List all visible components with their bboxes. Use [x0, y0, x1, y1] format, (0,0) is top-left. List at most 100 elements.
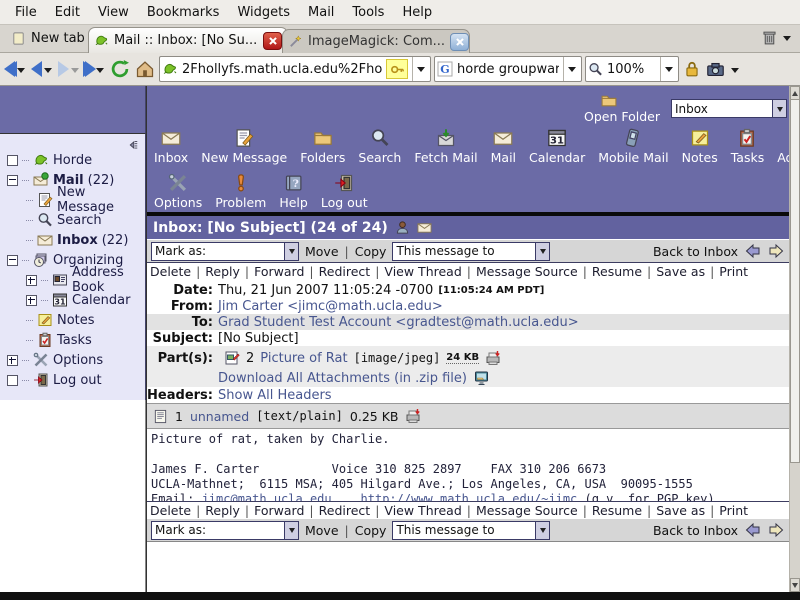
menu-widgets[interactable]: Widgets: [228, 1, 299, 24]
reply-link[interactable]: Reply: [205, 503, 240, 518]
tree-expand[interactable]: [7, 355, 18, 366]
copy-link[interactable]: Copy: [355, 523, 387, 538]
toolbar-problem[interactable]: Problem: [215, 173, 266, 210]
closed-tabs-button[interactable]: [761, 29, 792, 46]
tree-collapse[interactable]: [7, 175, 18, 186]
tree-expand[interactable]: [26, 295, 37, 306]
download-all-link[interactable]: Download All Attachments (in .zip file): [218, 371, 467, 386]
forward-link[interactable]: Forward: [254, 503, 304, 518]
mark-as-select[interactable]: Mark as:: [151, 521, 299, 540]
tree-expander[interactable]: [7, 155, 18, 166]
reply-link[interactable]: Reply: [205, 264, 240, 279]
sidebar-item-notes[interactable]: Notes: [0, 310, 145, 330]
sidebar-item-calendar[interactable]: Calendar: [0, 290, 145, 310]
toolbar-calendar[interactable]: Calendar: [529, 128, 585, 165]
resume-link[interactable]: Resume: [592, 264, 642, 279]
menu-edit[interactable]: Edit: [46, 1, 89, 24]
message-to-select[interactable]: This message to: [392, 242, 550, 261]
mark-as-select[interactable]: Mark as:: [151, 242, 299, 261]
menu-help[interactable]: Help: [393, 1, 441, 24]
sidebar-item-tasks[interactable]: Tasks: [0, 330, 145, 350]
toolbar-mobile-mail[interactable]: Mobile Mail: [598, 128, 668, 165]
text-part-icon[interactable]: [153, 409, 168, 424]
toolbar-inbox[interactable]: Inbox: [154, 128, 188, 165]
tab-mail-inbox[interactable]: Mail :: Inbox: [No Su...: [88, 27, 288, 53]
folder-select[interactable]: Inbox: [671, 99, 787, 118]
home-button[interactable]: [134, 58, 156, 80]
from-link[interactable]: Jim Carter <jimc@math.ucla.edu>: [218, 299, 443, 314]
message-icon[interactable]: [417, 220, 432, 235]
reload-button[interactable]: [109, 58, 131, 80]
toolbar-fetch-mail[interactable]: Fetch Mail: [414, 128, 477, 165]
tree-expander[interactable]: [7, 375, 18, 386]
security-button[interactable]: [682, 59, 702, 79]
save-as-link[interactable]: Save as: [656, 264, 705, 279]
back-to-inbox-link[interactable]: Back to Inbox: [653, 244, 738, 259]
close-tab-icon[interactable]: [450, 33, 469, 51]
next-message-icon[interactable]: [768, 522, 784, 538]
redirect-link[interactable]: Redirect: [319, 503, 371, 518]
forward-history-button[interactable]: [84, 60, 106, 78]
move-link[interactable]: Move: [305, 523, 339, 538]
toolbar-options[interactable]: Options: [154, 173, 202, 210]
show-all-headers-link[interactable]: Show All Headers: [218, 388, 332, 403]
previous-message-icon[interactable]: [745, 522, 761, 538]
delete-link[interactable]: Delete: [150, 264, 191, 279]
save-as-link[interactable]: Save as: [656, 503, 705, 518]
message-to-select[interactable]: This message to: [392, 521, 550, 540]
tab-imagemagick[interactable]: ImageMagick: Com...: [282, 29, 470, 53]
view-thread-link[interactable]: View Thread: [384, 503, 461, 518]
search-dropdown[interactable]: [563, 57, 579, 81]
previous-message-icon[interactable]: [745, 243, 761, 259]
sidebar-item-logout[interactable]: Log out: [0, 370, 145, 390]
chevron-down-icon[interactable]: [17, 68, 25, 77]
sidebar-item-options[interactable]: Options: [0, 350, 145, 370]
next-message-icon[interactable]: [768, 243, 784, 259]
toolbar-logout[interactable]: Log out: [321, 173, 368, 210]
sidebar-item-horde[interactable]: Horde: [0, 150, 145, 170]
forward-link[interactable]: Forward: [254, 264, 304, 279]
redirect-link[interactable]: Redirect: [319, 264, 371, 279]
url-dropdown[interactable]: [412, 57, 428, 81]
chevron-down-icon[interactable]: [44, 68, 52, 77]
vertical-scrollbar[interactable]: [789, 86, 800, 592]
part-name-link[interactable]: Picture of Rat: [260, 351, 347, 366]
download-icon[interactable]: [405, 408, 421, 424]
menu-file[interactable]: File: [6, 1, 46, 24]
image-part-icon[interactable]: [224, 350, 240, 366]
print-link[interactable]: Print: [719, 264, 748, 279]
url-bar[interactable]: 2Fhollyfs.math.ucla.edu%2Fhorde%2F: [159, 56, 431, 82]
menu-tools[interactable]: Tools: [343, 1, 393, 24]
tree-collapse[interactable]: [7, 255, 18, 266]
open-folder-icon[interactable]: [599, 92, 619, 109]
menu-view[interactable]: View: [89, 1, 138, 24]
message-source-link[interactable]: Message Source: [476, 503, 578, 518]
zoom-value[interactable]: 100%: [607, 62, 656, 77]
toolbar-folders[interactable]: Folders: [300, 128, 345, 165]
message-source-link[interactable]: Message Source: [476, 264, 578, 279]
back-history-button[interactable]: [5, 60, 27, 78]
toolbar-overflow-icon[interactable]: [731, 68, 739, 77]
copy-link[interactable]: Copy: [355, 244, 387, 259]
delete-link[interactable]: Delete: [150, 503, 191, 518]
menu-bookmarks[interactable]: Bookmarks: [138, 1, 229, 24]
open-folder-label[interactable]: Open Folder: [584, 109, 660, 124]
print-link[interactable]: Print: [719, 503, 748, 518]
view-thread-link[interactable]: View Thread: [384, 264, 461, 279]
url-text[interactable]: 2Fhollyfs.math.ucla.edu%2Fhorde%2F: [182, 62, 382, 77]
sidebar-item-new-message[interactable]: New Message: [0, 190, 145, 210]
toolbar-search[interactable]: Search: [358, 128, 401, 165]
scroll-down-arrow[interactable]: [790, 578, 800, 592]
download-icon[interactable]: [485, 350, 501, 366]
toolbar-tasks[interactable]: Tasks: [731, 128, 765, 165]
resume-link[interactable]: Resume: [592, 503, 642, 518]
search-box[interactable]: horde groupware: [434, 56, 582, 82]
snapshot-button[interactable]: [705, 59, 726, 80]
close-tab-icon[interactable]: [263, 32, 282, 50]
sidebar-item-inbox[interactable]: Inbox (22): [0, 230, 145, 250]
zoom-dropdown[interactable]: [660, 57, 676, 81]
move-link[interactable]: Move: [305, 244, 339, 259]
scroll-up-arrow[interactable]: [790, 86, 800, 100]
tree-expand[interactable]: [26, 275, 37, 286]
back-to-inbox-link[interactable]: Back to Inbox: [653, 523, 738, 538]
